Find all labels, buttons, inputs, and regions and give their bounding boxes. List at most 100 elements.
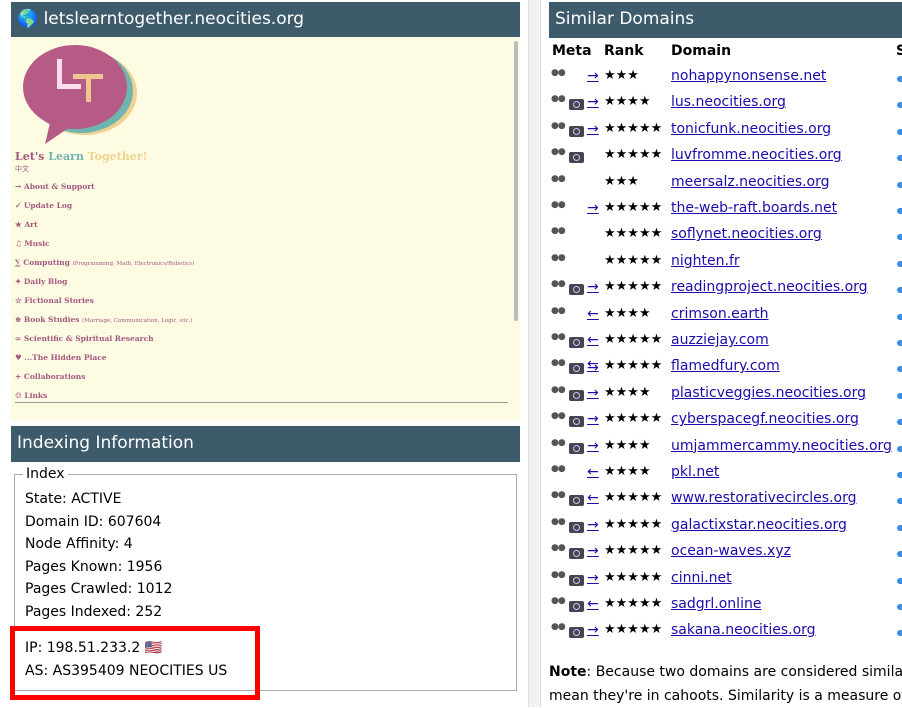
eyes-icon[interactable]: ●● (551, 490, 566, 500)
camera-icon[interactable] (569, 416, 584, 428)
domain-row: ●● → ★★★★★ ocean-waves.xyz (549, 543, 902, 565)
camera-icon[interactable] (569, 99, 584, 111)
eyes-icon[interactable]: ●● (551, 332, 566, 342)
link-direction-icon[interactable]: → (587, 517, 599, 533)
similarity-bar (897, 498, 902, 505)
domain-link[interactable]: auzziejay.com (671, 332, 769, 348)
rank-stars: ★★★★★ (604, 120, 663, 136)
panel-divider[interactable] (528, 0, 541, 707)
eyes-icon[interactable]: ●● (551, 464, 566, 474)
domain-link[interactable]: cinni.net (671, 570, 732, 586)
link-direction-icon[interactable]: → (587, 200, 599, 216)
eyes-icon[interactable]: ●● (551, 385, 566, 395)
eyes-icon[interactable]: ●● (551, 306, 566, 316)
eyes-icon[interactable]: ●● (551, 200, 566, 210)
domain-link[interactable]: ocean-waves.xyz (671, 543, 791, 559)
domain-link[interactable]: nighten.fr (671, 253, 740, 269)
link-direction-icon[interactable]: ⇆ (587, 358, 599, 374)
rank-stars: ★★★★★ (604, 332, 663, 347)
domain-link[interactable]: plasticveggies.neocities.org (671, 385, 866, 401)
eyes-icon[interactable]: ●● (551, 253, 566, 263)
eyes-icon[interactable]: ●● (551, 226, 566, 236)
domain-row: ●● ← ★★★★ crimson.earth (549, 306, 902, 328)
link-direction-icon[interactable]: → (587, 411, 599, 427)
camera-icon[interactable] (569, 495, 584, 507)
camera-icon[interactable] (569, 548, 584, 560)
domain-link[interactable]: soflynet.neocities.org (671, 226, 822, 242)
eyes-icon[interactable]: ●● (551, 94, 566, 104)
domain-link[interactable]: galactixstar.neocities.org (671, 517, 847, 533)
site-screenshot-preview: Let's Learn Together! 中文 → About & Suppo… (11, 37, 520, 421)
domain-link[interactable]: lus.neocities.org (671, 94, 786, 110)
domain-link[interactable]: tonicfunk.neocities.org (671, 121, 831, 137)
eyes-icon[interactable]: ●● (551, 147, 566, 157)
camera-icon[interactable] (569, 125, 584, 137)
domain-link[interactable]: sakana.neocities.org (671, 622, 816, 638)
eyes-icon[interactable]: ●● (551, 596, 566, 606)
eyes-icon[interactable]: ●● (551, 279, 566, 289)
globe-icon: 🌎 (17, 9, 39, 29)
eyes-icon[interactable]: ●● (551, 121, 566, 131)
eyes-icon[interactable]: ●● (551, 68, 566, 78)
link-direction-icon[interactable]: → (587, 121, 599, 137)
domain-link[interactable]: nohappynonsense.net (671, 68, 826, 84)
camera-icon[interactable] (569, 627, 584, 639)
camera-icon[interactable] (569, 389, 584, 401)
domain-link[interactable]: umjammercammy.neocities.org (671, 438, 892, 454)
similarity-bar (897, 287, 902, 294)
link-direction-icon[interactable]: ← (587, 490, 599, 506)
link-direction-icon[interactable]: → (587, 622, 599, 638)
link-direction-icon[interactable]: → (587, 570, 599, 586)
link-direction-icon[interactable]: → (587, 385, 599, 401)
domain-row: ●● → ★★★★★ tonicfunk.neocities.org (549, 121, 902, 143)
camera-icon[interactable] (569, 152, 584, 164)
domain-row: ●● ← ★★★★★ www.restorativecircles.org (549, 490, 902, 512)
camera-icon[interactable] (569, 574, 584, 586)
eyes-icon[interactable]: ●● (551, 543, 566, 553)
preview-title: Let's Learn Together! (15, 150, 148, 163)
preview-menu-item: ♫ Music (15, 239, 50, 248)
domain-link[interactable]: the-web-raft.boards.net (671, 200, 837, 216)
domain-link[interactable]: pkl.net (671, 464, 719, 480)
site-logo (23, 45, 137, 144)
link-direction-icon[interactable]: ← (587, 306, 599, 322)
domain-link[interactable]: luvfromme.neocities.org (671, 147, 842, 163)
camera-icon[interactable] (569, 442, 584, 454)
camera-icon[interactable] (569, 521, 584, 533)
link-direction-icon[interactable]: ← (587, 596, 599, 612)
domain-row: ●● ★★★★★ soflynet.neocities.org (549, 226, 902, 248)
similarity-bar (897, 155, 902, 162)
eyes-icon[interactable]: ●● (551, 411, 566, 421)
link-direction-icon[interactable]: → (587, 543, 599, 559)
camera-icon[interactable] (569, 337, 584, 348)
domain-row: ●● → ★★★★★ readingproject.neocities.org (549, 279, 902, 301)
eyes-icon[interactable]: ●● (551, 438, 566, 448)
domain-link[interactable]: sadgrl.online (671, 596, 761, 612)
eyes-icon[interactable]: ●● (551, 622, 566, 632)
domain-row: ●● ← ★★★★★ auzziejay.com (549, 332, 902, 354)
rank-stars: ★★★★★ (604, 543, 663, 559)
link-direction-icon[interactable]: → (587, 94, 599, 110)
eyes-icon[interactable]: ●● (551, 570, 566, 580)
eyes-icon[interactable]: ●● (551, 517, 566, 527)
domain-link[interactable]: cyberspacegf.neocities.org (671, 411, 859, 427)
camera-icon[interactable] (569, 601, 584, 612)
domain-link[interactable]: readingproject.neocities.org (671, 279, 868, 295)
domain-link[interactable]: flamedfury.com (671, 358, 780, 374)
domain-link[interactable]: www.restorativecircles.org (671, 490, 856, 506)
link-direction-icon[interactable]: → (587, 438, 599, 454)
index-field: Pages Known: 1956 (25, 558, 163, 575)
eyes-icon[interactable]: ●● (551, 174, 566, 184)
site-link[interactable]: letslearntogether.neocities.org (44, 9, 305, 29)
link-direction-icon[interactable]: → (587, 68, 599, 84)
camera-icon[interactable] (569, 284, 584, 296)
preview-menu: → About & Support ✓ Update Log ★ Art ♫ M… (15, 178, 194, 406)
link-direction-icon[interactable]: → (587, 279, 599, 295)
preview-scrollbar[interactable] (514, 41, 518, 321)
domain-link[interactable]: meersalz.neocities.org (671, 174, 830, 190)
domain-link[interactable]: crimson.earth (671, 306, 768, 322)
link-direction-icon[interactable]: ← (587, 464, 599, 480)
camera-icon[interactable] (569, 363, 584, 375)
eyes-icon[interactable]: ●● (551, 358, 566, 368)
link-direction-icon[interactable]: ← (587, 332, 599, 348)
